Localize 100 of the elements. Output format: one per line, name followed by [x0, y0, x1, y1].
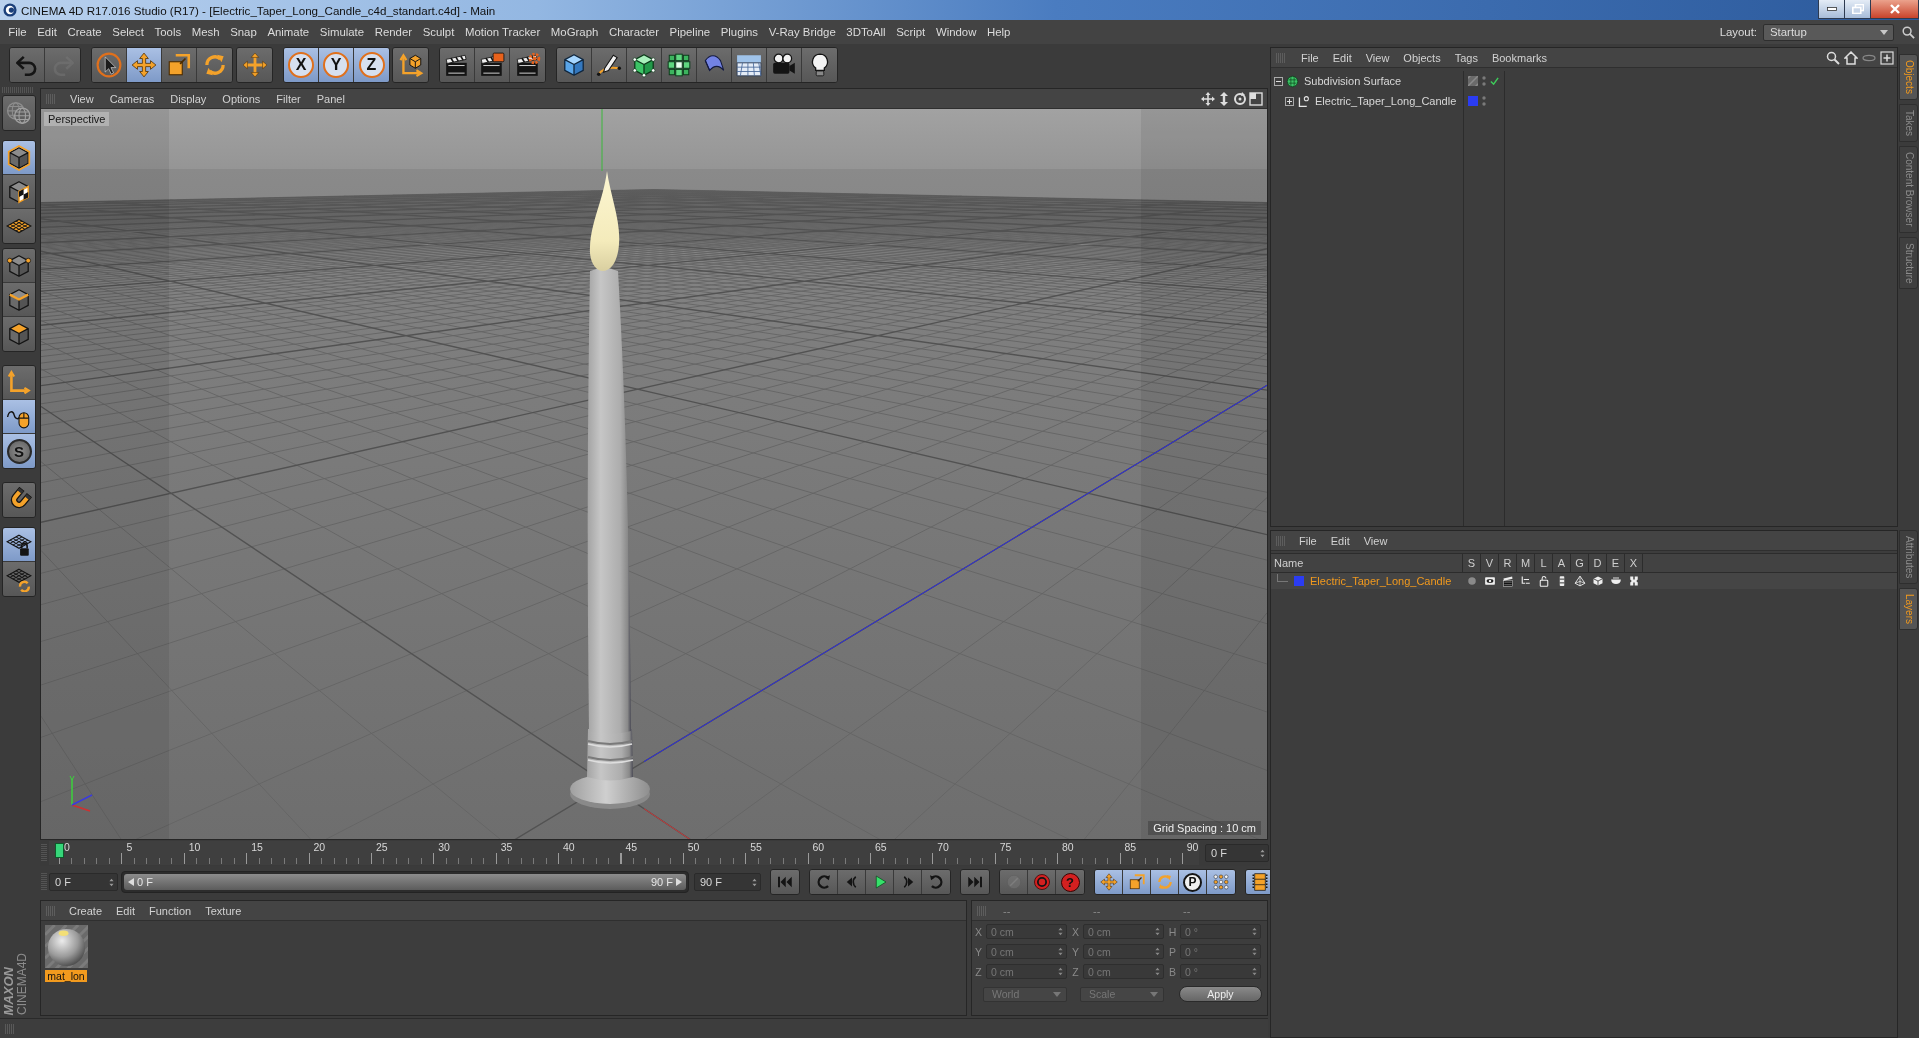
menu-item[interactable]: Window [930, 26, 982, 38]
search-icon[interactable] [1902, 25, 1915, 39]
column-header[interactable]: M [1520, 557, 1531, 569]
menu-item[interactable]: Help [981, 26, 1016, 38]
cloner-button[interactable] [662, 48, 697, 82]
menu-item[interactable]: File [1292, 534, 1324, 547]
move-tool-button[interactable] [127, 48, 162, 82]
snap-button[interactable] [3, 483, 35, 517]
column-header[interactable]: Name [1274, 557, 1304, 569]
material-thumbnail[interactable] [44, 925, 88, 968]
edges-mode-button[interactable] [3, 283, 35, 317]
axis-lock-button[interactable]: X [284, 48, 319, 82]
tweak-mode-button[interactable] [3, 400, 35, 434]
menu-item[interactable]: File [3, 26, 32, 38]
previous-frame-button[interactable] [838, 870, 866, 894]
pyramid-icon[interactable] [1574, 575, 1586, 587]
expand-box-icon[interactable] [1285, 96, 1294, 106]
menu-item[interactable]: Filter [268, 92, 309, 105]
render-view-button[interactable] [440, 48, 475, 82]
model-mode-button[interactable] [3, 96, 35, 130]
layer-color-swatch[interactable] [1294, 576, 1304, 586]
menu-item[interactable]: MoGraph [545, 26, 604, 38]
camera-button[interactable] [767, 48, 802, 82]
layer-name[interactable]: Electric_Taper_Long_Candle [1310, 575, 1452, 587]
autokey-button[interactable] [1028, 870, 1056, 894]
four-way-arrow-icon[interactable] [1201, 91, 1215, 106]
menu-item[interactable]: Tags [1447, 51, 1485, 64]
menu-item[interactable]: Edit [109, 904, 142, 917]
menu-item[interactable]: Options [214, 92, 269, 105]
menu-item[interactable]: Animate [262, 26, 315, 38]
spin-arrows-icon[interactable] [1260, 848, 1265, 858]
panel-grip-icon[interactable] [5, 1023, 15, 1034]
hierarchy-icon[interactable] [1520, 575, 1532, 587]
clapperboard-icon[interactable] [1502, 575, 1514, 587]
menu-item[interactable]: Objects [1396, 51, 1448, 64]
left-triangle-icon[interactable] [128, 878, 134, 886]
menu-item[interactable]: Function [142, 904, 199, 917]
bowl-icon[interactable] [1610, 575, 1622, 587]
maximize-view-icon[interactable] [1249, 91, 1263, 106]
position-key-button[interactable] [1095, 870, 1123, 894]
menu-item[interactable]: Mesh [186, 26, 225, 38]
axis-lock-button[interactable]: Y [319, 48, 354, 82]
light-button[interactable] [802, 48, 837, 82]
menu-item[interactable]: 3DToAll [841, 26, 891, 38]
column-header[interactable]: R [1503, 557, 1512, 569]
menu-item[interactable]: Sculpt [417, 26, 460, 38]
panel-grip-icon[interactable] [46, 93, 56, 104]
menu-item[interactable]: Texture [198, 904, 249, 917]
object-name[interactable]: Electric_Taper_Long_Candle [1315, 95, 1457, 107]
play-button[interactable] [866, 870, 894, 894]
lock-workplane-button[interactable] [3, 528, 35, 562]
layer-color-swatch[interactable] [1468, 96, 1478, 106]
material-name[interactable]: mat_lon [45, 970, 87, 982]
playhead[interactable] [55, 843, 64, 858]
column-header[interactable]: X [1629, 557, 1638, 569]
menu-item[interactable]: Cameras [101, 92, 163, 105]
home-icon[interactable] [1844, 50, 1858, 65]
planar-workplane-button[interactable] [3, 562, 35, 596]
menu-item[interactable]: Display [162, 92, 215, 105]
floor-button[interactable] [732, 48, 767, 82]
column-header[interactable]: G [1575, 557, 1584, 569]
menu-item[interactable]: Script [890, 26, 931, 38]
menu-item[interactable]: File [1294, 51, 1326, 64]
collapse-box-icon[interactable] [1274, 76, 1283, 86]
axis-mode-button[interactable] [3, 366, 35, 400]
menu-item[interactable]: Bookmarks [1484, 51, 1554, 64]
menu-item[interactable]: V-Ray Bridge [763, 26, 842, 38]
scale-key-button[interactable] [1123, 870, 1151, 894]
close-button[interactable] [1870, 0, 1919, 19]
menu-item[interactable]: Create [62, 26, 107, 38]
workplane-mode-button[interactable] [3, 209, 35, 243]
panel-grip-icon[interactable] [2, 87, 34, 93]
right-triangle-icon[interactable] [676, 878, 682, 886]
spin-arrows-icon[interactable] [109, 877, 114, 887]
undo-button[interactable] [10, 48, 45, 82]
panel-grip-icon[interactable] [41, 844, 47, 862]
texture-mode-button[interactable] [3, 175, 35, 209]
current-frame-field[interactable]: 0 F [1205, 844, 1269, 862]
spin-arrows-icon[interactable] [752, 877, 757, 887]
panel-grip-icon[interactable] [41, 873, 47, 891]
column-header[interactable]: S [1467, 557, 1476, 569]
layout-dropdown[interactable]: Startup [1763, 23, 1894, 41]
timeline-ruler[interactable]: 0 5 10 15 20 25 30 35 40 45 50 55 60 65 70 75 80 85 90 [49, 841, 1199, 865]
no-layer-swatch-icon[interactable] [1468, 76, 1478, 86]
menu-item[interactable]: Create [62, 904, 110, 917]
subdivision-button[interactable] [627, 48, 662, 82]
open-lock-icon[interactable] [1538, 575, 1550, 587]
next-key-button[interactable] [922, 870, 950, 894]
panel-grip-icon[interactable] [46, 905, 56, 916]
object-name[interactable]: Subdivision Surface [1304, 75, 1402, 87]
visibility-dots-icon[interactable] [1482, 95, 1486, 107]
search-icon[interactable] [1826, 50, 1840, 65]
polygons-mode-button[interactable] [3, 317, 35, 351]
menu-item[interactable]: View [1358, 51, 1397, 64]
keyframe-selection-button[interactable]: ? [1056, 870, 1084, 894]
menu-item[interactable]: Render [369, 26, 418, 38]
menu-item[interactable]: Snap [224, 26, 263, 38]
points-mode-button[interactable] [3, 249, 35, 283]
menu-item[interactable]: Edit [1325, 51, 1359, 64]
menu-item[interactable]: Pipeline [664, 26, 716, 38]
